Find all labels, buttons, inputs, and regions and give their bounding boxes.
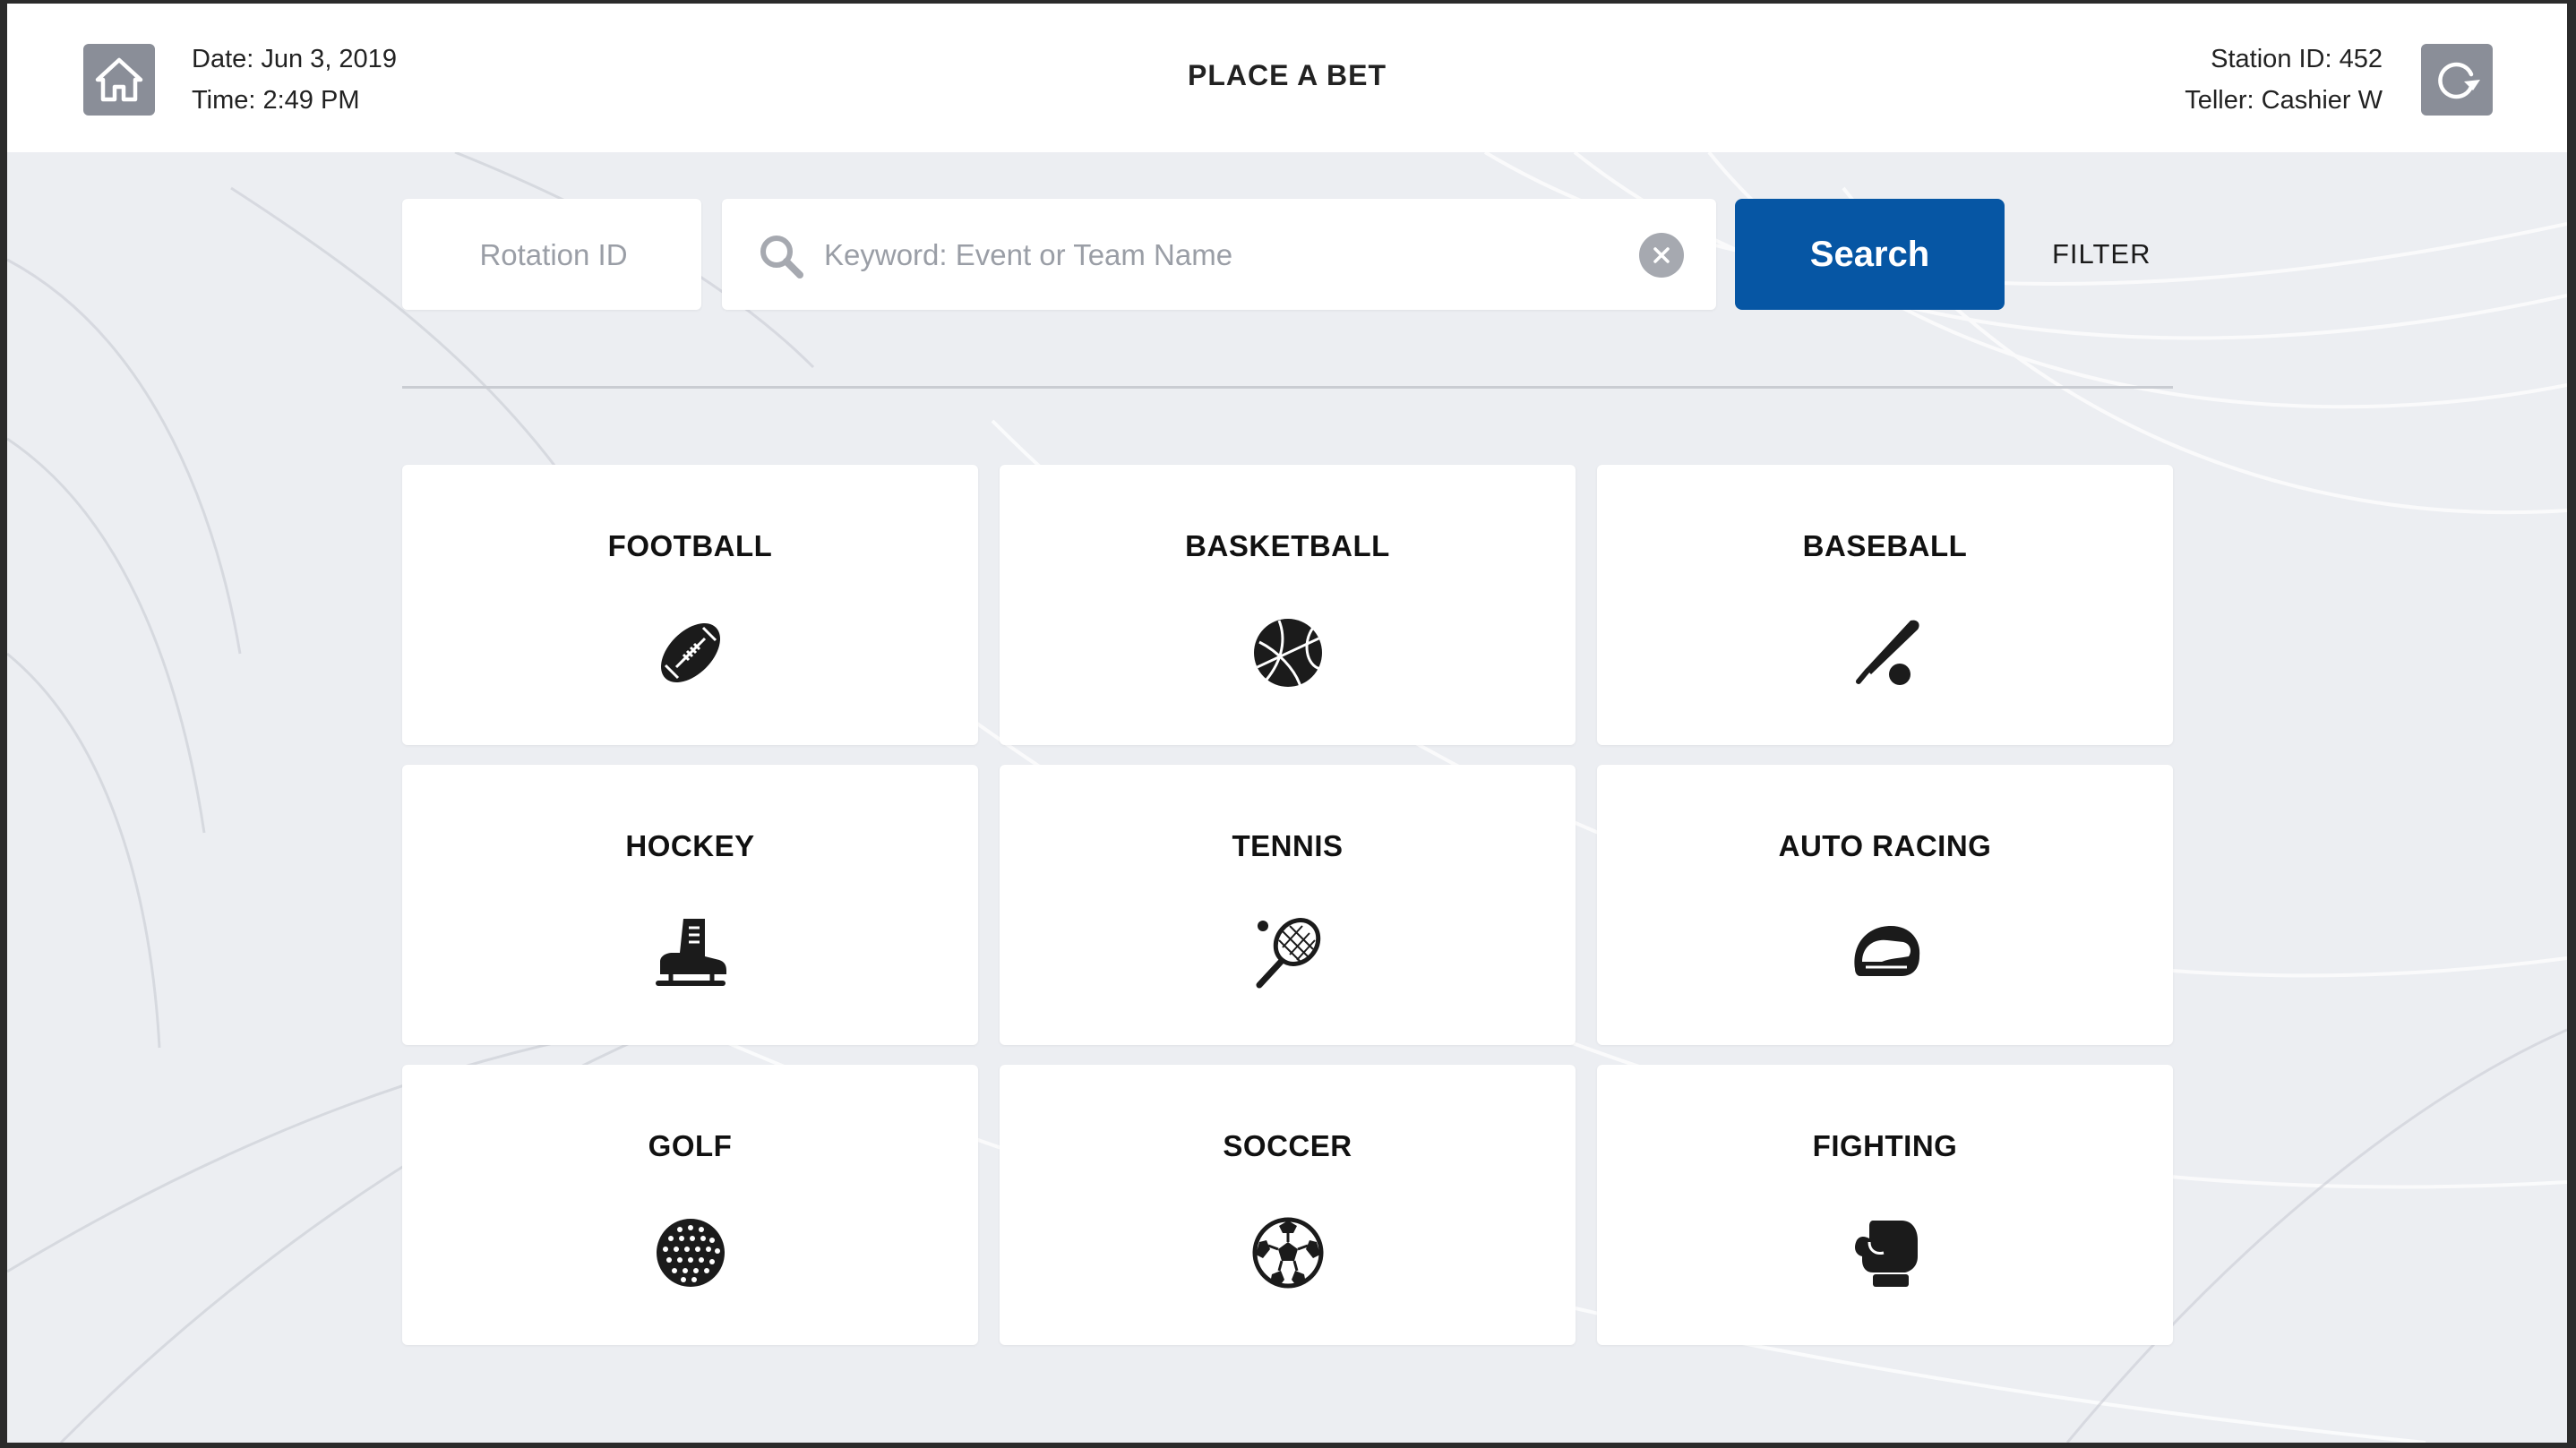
top-header: Date: Jun 3, 2019 Time: 2:49 PM PLACE A … bbox=[7, 4, 2567, 152]
search-icon bbox=[760, 236, 803, 278]
sport-card-basketball[interactable]: BASKETBALL bbox=[1000, 465, 1576, 745]
search-button[interactable]: Search bbox=[1735, 199, 2005, 310]
sport-card-golf[interactable]: GOLF bbox=[402, 1065, 978, 1345]
sport-label: BASKETBALL bbox=[1185, 529, 1390, 562]
sports-grid: FOOTBALL BASKETBALL BASEBALL HOCKEY TENN… bbox=[402, 465, 2173, 1345]
rotation-id-field bbox=[402, 199, 705, 312]
station-info: Station ID: 452 Teller: Cashier W bbox=[2185, 39, 2383, 121]
sport-card-baseball[interactable]: BASEBALL bbox=[1597, 465, 2173, 745]
refresh-button[interactable] bbox=[2421, 44, 2493, 116]
sport-card-football[interactable]: FOOTBALL bbox=[402, 465, 978, 745]
sport-label: HOCKEY bbox=[625, 829, 755, 862]
keyword-search-input[interactable] bbox=[822, 199, 1596, 312]
sport-card-fighting[interactable]: FIGHTING bbox=[1597, 1065, 2173, 1345]
racing-helmet-icon bbox=[1853, 926, 1919, 976]
sport-label: GOLF bbox=[648, 1129, 733, 1162]
boxing-glove-icon bbox=[1854, 1221, 1918, 1287]
sport-label: AUTO RACING bbox=[1778, 829, 1992, 862]
sport-label: SOCCER bbox=[1223, 1129, 1352, 1162]
golf-ball-icon bbox=[656, 1219, 725, 1287]
station-id-label: Station ID: 452 bbox=[2211, 45, 2383, 73]
teller-label: Teller: Cashier W bbox=[2185, 86, 2383, 115]
sport-card-soccer[interactable]: SOCCER bbox=[1000, 1065, 1576, 1345]
clear-search-button[interactable] bbox=[1639, 233, 1684, 278]
page-title: PLACE A BET bbox=[1188, 59, 1387, 91]
sport-label: FOOTBALL bbox=[607, 529, 773, 562]
basketball-icon bbox=[1253, 619, 1322, 688]
football-icon bbox=[660, 623, 720, 682]
keyword-field bbox=[722, 199, 1716, 312]
sport-label: TENNIS bbox=[1232, 829, 1344, 862]
filter-button[interactable]: FILTER bbox=[2052, 238, 2151, 270]
soccer-ball-icon bbox=[1252, 1217, 1323, 1289]
ice-skate-icon bbox=[655, 919, 726, 986]
divider bbox=[402, 386, 2173, 389]
rotation-id-input[interactable] bbox=[402, 199, 705, 312]
sport-label: BASEBALL bbox=[1802, 529, 1968, 562]
baseball-bat-icon bbox=[1855, 620, 1919, 685]
sport-card-hockey[interactable]: HOCKEY bbox=[402, 765, 978, 1045]
sport-card-tennis[interactable]: TENNIS bbox=[1000, 765, 1576, 1045]
sport-label: FIGHTING bbox=[1812, 1129, 1958, 1162]
sport-card-auto-racing[interactable]: AUTO RACING bbox=[1597, 765, 2173, 1045]
tennis-racket-icon bbox=[1256, 918, 1320, 989]
close-icon bbox=[1653, 247, 1670, 263]
app-frame: Date: Jun 3, 2019 Time: 2:49 PM PLACE A … bbox=[7, 4, 2567, 1443]
refresh-icon bbox=[2438, 62, 2480, 99]
